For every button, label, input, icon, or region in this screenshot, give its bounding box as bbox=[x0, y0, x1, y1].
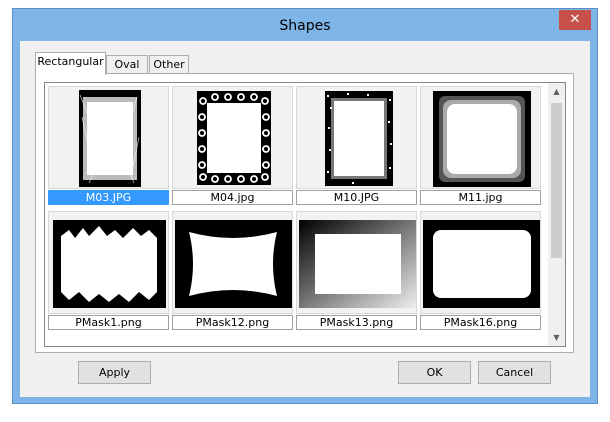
tab-rectangular[interactable]: Rectangular bbox=[35, 52, 106, 75]
shape-name-label: M11.jpg bbox=[420, 190, 541, 205]
shape-item-m10[interactable]: M10.JPG bbox=[296, 86, 417, 206]
shape-name-label: PMask13.png bbox=[296, 315, 417, 330]
frame-mask-rounded bbox=[423, 220, 540, 308]
frame-mask-curved bbox=[175, 220, 292, 308]
close-button[interactable]: ✕ bbox=[559, 10, 591, 30]
scroll-up-icon[interactable]: ▲ bbox=[548, 83, 565, 100]
ok-button[interactable]: OK bbox=[398, 361, 471, 384]
shape-thumbnail bbox=[172, 86, 293, 189]
shape-item-pmask12[interactable]: PMask12.png bbox=[172, 211, 293, 331]
frame-mask-torn bbox=[53, 220, 166, 308]
frame-mask-soft-glow bbox=[433, 91, 531, 187]
tab-oval[interactable]: Oval bbox=[106, 55, 148, 74]
apply-button[interactable]: Apply bbox=[78, 361, 151, 384]
shape-name-label: M04.jpg bbox=[172, 190, 293, 205]
dialog-client-area: Rectangular Oval Other M03.JPG M04.jpg M… bbox=[20, 41, 590, 397]
shape-item-m03[interactable]: M03.JPG bbox=[48, 86, 169, 206]
frame-mask-speckle bbox=[325, 91, 393, 186]
scroll-down-icon[interactable]: ▼ bbox=[548, 329, 565, 346]
shape-name-label: PMask1.png bbox=[48, 315, 169, 330]
shape-item-pmask1[interactable]: PMask1.png bbox=[48, 211, 169, 331]
shape-item-m11[interactable]: M11.jpg bbox=[420, 86, 541, 206]
shape-item-m04[interactable]: M04.jpg bbox=[172, 86, 293, 206]
scrollbar-thumb[interactable] bbox=[551, 103, 562, 258]
shape-name-label: PMask12.png bbox=[172, 315, 293, 330]
close-icon: ✕ bbox=[569, 12, 581, 27]
shape-name-label: PMask16.png bbox=[420, 315, 541, 330]
shape-name-label: M10.JPG bbox=[296, 190, 417, 205]
shape-thumbnail bbox=[172, 211, 293, 314]
window-title: Shapes bbox=[279, 18, 331, 34]
shape-item-pmask13[interactable]: PMask13.png bbox=[296, 211, 417, 331]
title-bar[interactable]: Shapes ✕ bbox=[13, 9, 597, 41]
shape-thumbnail bbox=[48, 86, 169, 189]
frame-mask-swirl bbox=[197, 91, 271, 185]
frame-mask-scratchy bbox=[79, 90, 141, 187]
shape-thumbnail bbox=[48, 211, 169, 314]
shape-thumbnail bbox=[420, 86, 541, 189]
shape-thumbnail bbox=[296, 86, 417, 189]
shape-thumbnail bbox=[420, 211, 541, 314]
tab-other[interactable]: Other bbox=[149, 55, 189, 74]
cancel-button[interactable]: Cancel bbox=[478, 361, 551, 384]
shapes-dialog: Shapes ✕ Rectangular Oval Other M03.JPG … bbox=[12, 8, 598, 404]
shape-item-pmask16[interactable]: PMask16.png bbox=[420, 211, 541, 331]
shape-thumbnail bbox=[296, 211, 417, 314]
shape-name-label: M03.JPG bbox=[48, 190, 169, 205]
frame-mask-gradient bbox=[299, 220, 416, 308]
tab-panel-rectangular: M03.JPG M04.jpg M10.JPG M11.jpg PMask1.p… bbox=[35, 73, 574, 353]
shape-thumbnail-list[interactable]: M03.JPG M04.jpg M10.JPG M11.jpg PMask1.p… bbox=[44, 82, 566, 347]
vertical-scrollbar[interactable]: ▲ ▼ bbox=[548, 83, 565, 346]
